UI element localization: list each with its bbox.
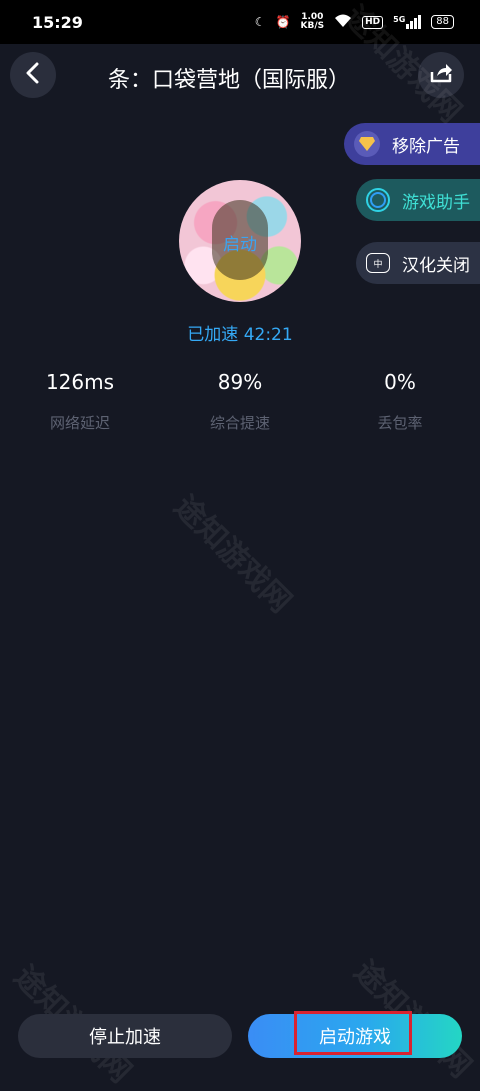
- status-time: 15:29: [32, 12, 83, 32]
- game-avatar[interactable]: 启动: [179, 180, 301, 302]
- stat-value: 0%: [384, 370, 416, 394]
- stat-label: 丢包率: [377, 414, 423, 432]
- moon-icon: ☾: [254, 15, 266, 29]
- assistant-ring-icon: [366, 188, 390, 212]
- remove-ads-label: 移除广告: [392, 136, 460, 157]
- alarm-icon: ⏰: [275, 15, 291, 29]
- translation-toggle-button[interactable]: 中 汉化关闭: [356, 242, 480, 284]
- chevron-left-icon: [23, 62, 43, 88]
- diamond-icon: [354, 131, 380, 157]
- game-assistant-label: 游戏助手: [402, 192, 470, 213]
- stat-speedup: 89% 综合提速: [160, 370, 320, 433]
- avatar-launch-label: 启动: [223, 235, 257, 255]
- stat-label: 综合提速: [209, 414, 270, 432]
- stop-acceleration-button[interactable]: 停止加速: [18, 1014, 232, 1058]
- stat-label: 网络延迟: [49, 414, 110, 432]
- battery-indicator: 88: [431, 15, 454, 29]
- stat-latency: 126ms 网络延迟: [0, 370, 160, 433]
- game-assistant-button[interactable]: 游戏助手: [356, 179, 480, 221]
- translate-icon: 中: [366, 253, 390, 273]
- back-button[interactable]: [10, 52, 56, 98]
- stat-value: 126ms: [45, 370, 115, 394]
- highlight-annotation: [294, 1011, 412, 1055]
- speed-unit: KB/S: [300, 21, 325, 31]
- stop-acceleration-label: 停止加速: [89, 1027, 161, 1048]
- page-title: 条：口袋营地（国际服）: [108, 68, 351, 93]
- watermark: 途知游戏网: [167, 489, 298, 620]
- stat-packet-loss: 0% 丢包率: [320, 370, 480, 433]
- translation-label: 汉化关闭: [402, 255, 470, 276]
- stat-value: 89%: [217, 370, 263, 394]
- acceleration-status: 已加速 42:21: [187, 325, 293, 345]
- network-speed: 1.00 KB/S: [301, 13, 325, 31]
- remove-ads-button[interactable]: 移除广告: [344, 123, 480, 165]
